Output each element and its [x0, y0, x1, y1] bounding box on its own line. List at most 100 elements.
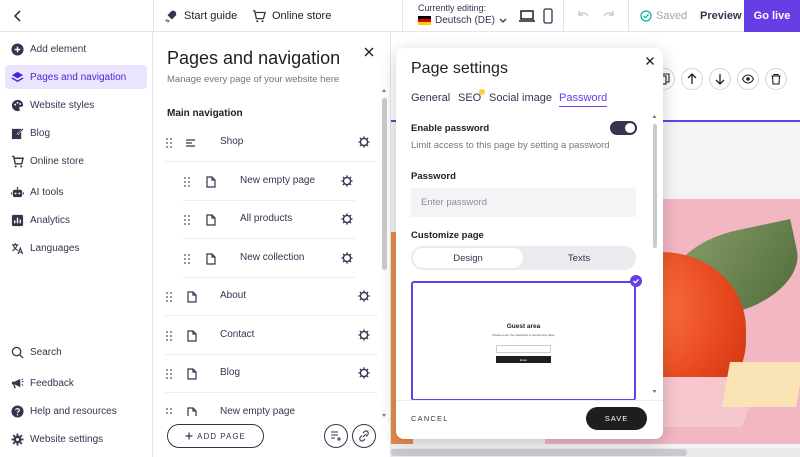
gear-icon[interactable] — [341, 213, 353, 225]
sidebar-item-online-store[interactable]: Online store — [5, 149, 147, 173]
add-page-button[interactable]: ADD PAGE — [167, 424, 264, 448]
sidebar-item-pages-and-navigation[interactable]: Pages and navigation — [5, 65, 147, 89]
gear-icon[interactable] — [358, 329, 370, 341]
page-icon — [187, 330, 197, 342]
saved-status: Saved — [640, 0, 687, 32]
sidebar-item-website-styles[interactable]: Website styles — [5, 93, 147, 117]
desktop-view-icon[interactable] — [519, 8, 535, 24]
sidebar-item-website-settings[interactable]: Website settings — [5, 427, 147, 451]
sidebar-item-label: Website settings — [30, 433, 104, 445]
page-row-new-empty-page-2[interactable]: New empty page — [165, 394, 377, 416]
drag-handle-icon[interactable] — [183, 253, 191, 265]
drag-handle-icon[interactable] — [165, 291, 173, 303]
design-option[interactable]: Design — [413, 248, 523, 268]
back-arrow-icon[interactable] — [10, 8, 26, 24]
trash-icon — [771, 73, 781, 85]
mobile-view-icon[interactable] — [540, 8, 556, 24]
panel-title: Pages and navigation — [167, 48, 341, 68]
online-store-label: Online store — [272, 10, 332, 22]
start-guide-button[interactable]: Start guide — [164, 0, 237, 32]
save-button[interactable]: SAVE — [586, 407, 647, 430]
language-label: Deutsch (DE) — [435, 15, 496, 26]
move-down-button[interactable] — [709, 68, 731, 90]
close-icon[interactable] — [363, 46, 375, 58]
page-row-about[interactable]: About — [165, 278, 377, 316]
password-input[interactable] — [411, 188, 636, 217]
translate-icon — [11, 242, 24, 254]
undo-icon[interactable] — [575, 8, 591, 24]
preview-button[interactable]: Preview — [700, 0, 742, 32]
gear-icon[interactable] — [358, 290, 370, 302]
close-icon[interactable] — [645, 56, 655, 66]
redo-icon[interactable] — [601, 8, 617, 24]
page-icon — [187, 368, 197, 380]
start-guide-label: Start guide — [184, 10, 238, 22]
sidebar-item-analytics[interactable]: Analytics — [5, 208, 147, 232]
cart-icon — [11, 155, 24, 167]
sidebar-item-languages[interactable]: Languages — [5, 236, 147, 260]
layers-icon — [11, 71, 24, 82]
page-settings-modal: Page settings General SEO Social image P… — [396, 48, 663, 439]
gear-icon[interactable] — [341, 175, 353, 187]
modal-scrollbar-thumb[interactable] — [653, 124, 657, 248]
drag-handle-icon[interactable] — [165, 137, 173, 149]
cancel-button[interactable]: CANCEL — [411, 414, 449, 423]
page-row-blog[interactable]: Blog — [165, 355, 377, 393]
drag-handle-icon[interactable] — [183, 214, 191, 226]
toggle-visibility-button[interactable] — [737, 68, 759, 90]
pages-panel: Pages and navigation Manage every page o… — [153, 32, 391, 457]
language-selector[interactable]: Currently editing: Deutsch (DE) — [418, 3, 507, 26]
sidebar-item-search[interactable]: Search — [5, 340, 147, 364]
guest-area-preview-card[interactable]: Guest area Please enter the password to … — [411, 281, 636, 401]
canvas-horizontal-scrollbar-thumb[interactable] — [391, 449, 687, 456]
page-label: New empty page — [240, 175, 316, 186]
drag-handle-icon[interactable] — [165, 407, 173, 416]
sidebar-item-feedback[interactable]: Feedback — [5, 371, 147, 395]
drag-handle-icon[interactable] — [165, 330, 173, 342]
add-link-button[interactable] — [324, 424, 348, 448]
sidebar-item-label: AI tools — [30, 186, 64, 198]
go-live-button[interactable]: Go live — [744, 0, 800, 32]
tab-seo[interactable]: SEO — [458, 92, 481, 106]
drag-handle-icon[interactable] — [165, 368, 173, 380]
chart-icon — [11, 214, 24, 226]
page-row-new-empty-page[interactable]: New empty page — [183, 163, 355, 201]
page-row-shop[interactable]: Shop — [165, 124, 377, 162]
page-label: Blog — [220, 367, 241, 378]
sidebar-item-label: Languages — [30, 242, 80, 254]
plus-circle-icon — [11, 42, 24, 56]
online-store-button[interactable]: Online store — [252, 0, 331, 32]
gear-icon — [11, 432, 24, 446]
customize-page-label: Customize page — [411, 230, 484, 241]
sidebar-item-ai-tools[interactable]: AI tools — [5, 180, 147, 204]
move-up-button[interactable] — [681, 68, 703, 90]
tab-password[interactable]: Password — [559, 92, 608, 107]
tab-general[interactable]: General — [411, 92, 450, 106]
hero-block-shape — [722, 362, 800, 407]
gear-icon[interactable] — [358, 136, 370, 148]
builder-sidebar: Add element Pages and navigation Website… — [0, 32, 153, 457]
enable-password-description: Limit access to this page by setting a p… — [411, 140, 610, 151]
sidebar-item-label: Add element — [30, 43, 87, 55]
enable-password-toggle[interactable] — [610, 121, 637, 135]
preview-password-field — [496, 345, 551, 353]
check-circle-icon — [640, 10, 652, 22]
link-plus-icon — [359, 430, 369, 442]
page-row-new-collection[interactable]: New collection — [183, 240, 355, 278]
page-row-all-products[interactable]: All products — [183, 201, 355, 239]
drag-handle-icon[interactable] — [183, 176, 191, 188]
gear-icon[interactable] — [358, 367, 370, 379]
add-page-label: ADD PAGE — [197, 431, 246, 441]
tab-social-image[interactable]: Social image — [489, 92, 552, 106]
page-row-contact[interactable]: Contact — [165, 317, 377, 355]
delete-section-button[interactable] — [765, 68, 787, 90]
panel-scrollbar-thumb[interactable] — [382, 98, 387, 270]
page-label: New collection — [240, 252, 305, 263]
sidebar-item-add-element[interactable]: Add element — [5, 37, 147, 61]
gear-icon[interactable] — [341, 252, 353, 264]
sidebar-item-help[interactable]: Help and resources — [5, 399, 147, 423]
sidebar-item-label: Blog — [30, 127, 51, 139]
add-external-link-button[interactable] — [352, 424, 376, 448]
sidebar-item-blog[interactable]: Blog — [5, 121, 147, 145]
texts-option[interactable]: Texts — [524, 248, 634, 268]
